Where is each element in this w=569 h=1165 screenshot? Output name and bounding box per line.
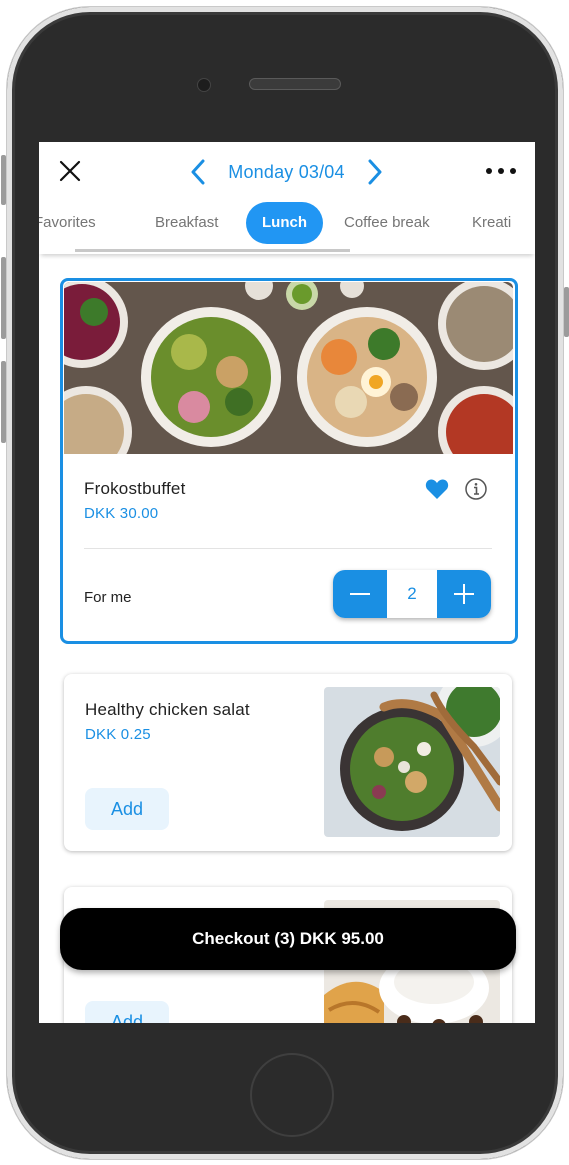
volume-up-button (1, 257, 6, 339)
chevron-left-icon[interactable] (189, 158, 207, 186)
minus-icon (350, 593, 370, 595)
tab-lunch[interactable]: Lunch (246, 202, 323, 244)
more-horizontal-icon[interactable] (486, 164, 516, 178)
app-screen: Monday 03/04 Favorites Breakfast Lunch C… (39, 142, 535, 1023)
quantity-stepper: 2 (333, 570, 491, 618)
add-button[interactable]: Add (85, 788, 169, 830)
tab-kreati[interactable]: Kreati (472, 202, 511, 244)
power-button (564, 287, 569, 337)
chevron-right-icon[interactable] (366, 158, 384, 186)
info-icon[interactable] (464, 477, 488, 501)
food-image (324, 687, 500, 837)
earpiece-speaker (249, 78, 341, 90)
item-name: Healthy chicken salat (85, 700, 250, 719)
quantity-value: 2 (387, 570, 437, 618)
item-name: Frokostbuffet (84, 479, 186, 498)
item-price: DKK 0.25 (85, 726, 151, 743)
date-navigator: Monday 03/04 (189, 156, 384, 188)
tab-favorites[interactable]: Favorites (39, 202, 96, 244)
add-button[interactable]: Add (85, 1001, 169, 1023)
close-icon[interactable] (59, 160, 81, 182)
decrement-button[interactable] (333, 570, 387, 618)
menu-item-card[interactable]: Frokostbuffet DKK 30.00 For me 2 (60, 278, 518, 644)
home-button[interactable] (250, 1053, 334, 1137)
tab-breakfast[interactable]: Breakfast (155, 202, 218, 244)
for-me-label: For me (84, 589, 132, 606)
plus-icon (454, 584, 474, 604)
checkout-button[interactable]: Checkout (3) DKK 95.00 (60, 908, 516, 970)
item-price: DKK 30.00 (84, 505, 159, 522)
date-label[interactable]: Monday 03/04 (228, 162, 344, 183)
more-dot (498, 168, 504, 174)
top-bar: Monday 03/04 (39, 142, 535, 202)
menu-item-card[interactable]: Healthy chicken salat DKK 0.25 Add (64, 674, 512, 851)
heart-icon[interactable] (425, 478, 449, 500)
category-tabs: Favorites Breakfast Lunch Coffee break K… (39, 202, 535, 254)
increment-button[interactable] (437, 570, 491, 618)
food-image (64, 282, 513, 454)
more-dot (510, 168, 516, 174)
mute-switch (1, 155, 6, 205)
card-divider (84, 548, 492, 549)
tab-coffee-break[interactable]: Coffee break (344, 202, 430, 244)
volume-down-button (1, 361, 6, 443)
more-dot (486, 168, 492, 174)
tab-scroll-indicator (75, 249, 350, 252)
front-camera (197, 78, 211, 92)
